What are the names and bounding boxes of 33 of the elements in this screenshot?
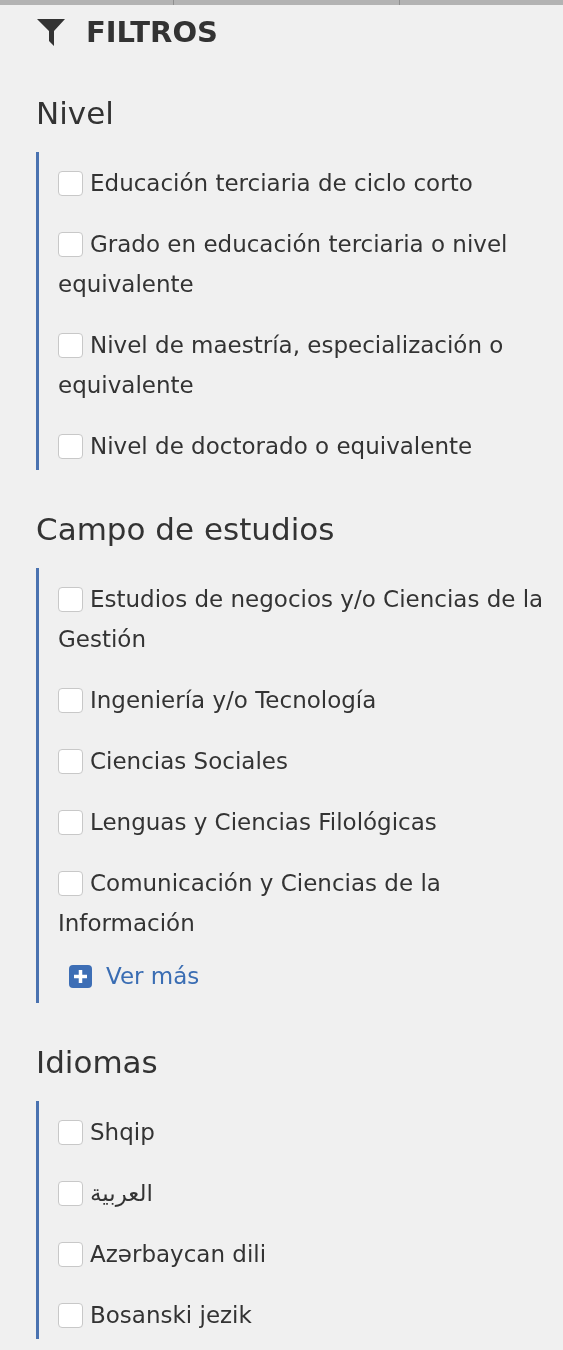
filter-option[interactable]: Educación terciaria de ciclo corto <box>58 163 553 203</box>
plus-icon <box>69 964 92 988</box>
checkbox[interactable] <box>58 748 83 774</box>
checkbox[interactable] <box>58 809 83 835</box>
filter-option[interactable]: Bosanski jezik <box>58 1295 553 1335</box>
checkbox[interactable] <box>58 1119 83 1145</box>
checkbox[interactable] <box>58 1180 83 1206</box>
checkbox[interactable] <box>58 1302 83 1328</box>
filter-option[interactable]: Nivel de maestría, especialización o equivalente <box>58 325 553 405</box>
filter-option[interactable]: Grado en educación terciaria o nivel equivalente <box>58 224 553 304</box>
filter-option[interactable]: Ingeniería y/o Tecnología <box>58 680 553 720</box>
section-title: Idiomas <box>36 1043 158 1082</box>
filter-option[interactable]: Nivel de doctorado o equivalente <box>58 426 553 466</box>
filter-icon <box>36 17 66 47</box>
filter-option[interactable]: Lenguas y Ciencias Filológicas <box>58 802 553 842</box>
checkbox[interactable] <box>58 231 83 257</box>
checkbox[interactable] <box>58 586 83 612</box>
filter-option[interactable]: Ciencias Sociales <box>58 741 553 781</box>
checkbox[interactable] <box>58 1241 83 1267</box>
filter-option[interactable]: Estudios de negocios y/o Ciencias de la Gestión <box>58 579 553 659</box>
section-title: Campo de estudios <box>36 510 335 549</box>
checkbox[interactable] <box>58 687 83 713</box>
filter-option[interactable]: Comunicación y Ciencias de la Información <box>58 863 553 943</box>
checkbox[interactable] <box>58 870 83 896</box>
checkbox[interactable] <box>58 332 83 358</box>
filter-option[interactable]: Azərbaycan dili <box>58 1234 553 1274</box>
checkbox[interactable] <box>58 170 83 196</box>
filter-option[interactable]: العربية <box>58 1173 553 1213</box>
checkbox[interactable] <box>58 433 83 459</box>
panel-title: FILTROS <box>86 14 218 51</box>
see-more-link[interactable]: Ver más <box>58 956 200 996</box>
filter-option[interactable]: Shqip <box>58 1112 553 1152</box>
section-title: Nivel <box>36 94 114 133</box>
